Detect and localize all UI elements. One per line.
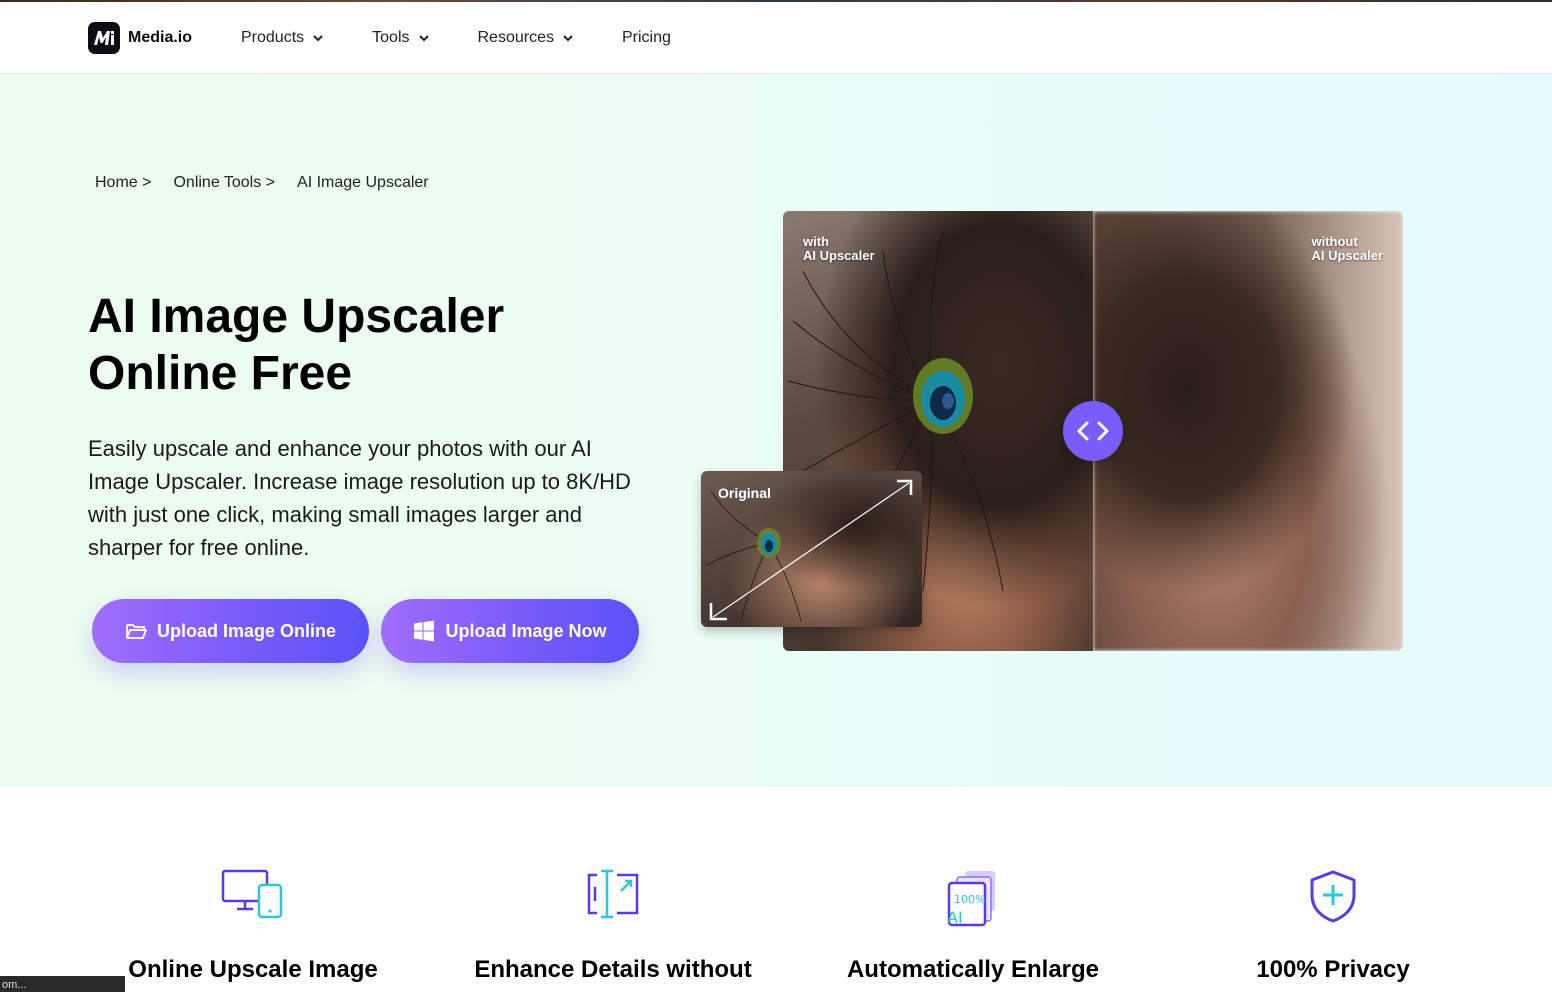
svg-text:100%: 100% xyxy=(954,893,985,906)
menu-item-tools[interactable]: Tools xyxy=(372,29,429,47)
breadcrumb-online-tools[interactable]: Online Tools > xyxy=(173,174,275,191)
menu-item-label: Resources xyxy=(477,29,554,46)
chevron-down-icon xyxy=(563,35,573,42)
hero-description: Easily upscale and enhance your photos w… xyxy=(88,436,631,560)
enhance-icon xyxy=(587,869,639,919)
status-bar: om... xyxy=(0,976,125,992)
menu-item-label: Pricing xyxy=(621,29,671,46)
menu-item-pricing[interactable]: Pricing xyxy=(622,29,671,47)
original-blurry-image xyxy=(1093,211,1403,651)
windows-icon xyxy=(414,620,435,642)
upload-image-now-button[interactable]: Upload Image Now xyxy=(381,599,639,663)
original-thumbnail: Original xyxy=(701,471,922,627)
logo-icon xyxy=(88,22,120,54)
menu-item-resources[interactable]: Resources xyxy=(478,29,574,47)
upload-now-label: Upload Image Now xyxy=(445,620,607,641)
arrows-left-right-icon xyxy=(1077,421,1109,441)
feature-title: Online Upscale Image xyxy=(128,956,378,983)
brand-logo[interactable]: Media.io xyxy=(88,22,192,54)
devices-icon xyxy=(221,869,283,919)
top-navigation: Media.io Products Tools Resources Pricin… xyxy=(0,2,1552,74)
feature-title: Automatically Enlarge xyxy=(846,956,1100,983)
menu-item-label: Tools xyxy=(372,29,410,46)
title-line-1: AI Image Upscaler xyxy=(88,290,505,343)
menu-item-label: Products xyxy=(241,29,305,46)
original-label: Original xyxy=(718,485,771,501)
breadcrumb-home[interactable]: Home > xyxy=(95,174,151,191)
shield-icon xyxy=(1310,870,1356,923)
feature-title: Enhance Details without xyxy=(474,956,752,983)
ai-enlarge-icon: 100% AI xyxy=(947,871,995,927)
chevron-down-icon xyxy=(313,35,323,42)
page-title: AI Image Upscaler Online Free xyxy=(88,288,648,402)
title-line-2: Online Free xyxy=(88,347,353,400)
with-ai-upscaler-label: with AI Upscaler xyxy=(803,234,875,263)
compare-slider-handle[interactable] xyxy=(1063,401,1123,461)
breadcrumb-current: AI Image Upscaler xyxy=(297,174,429,191)
feature-title: 100% Privacy xyxy=(1256,956,1410,983)
menu-item-products[interactable]: Products xyxy=(241,29,324,47)
upload-online-label: Upload Image Online xyxy=(156,620,337,641)
chevron-down-icon xyxy=(418,35,429,42)
upload-image-online-button[interactable]: Upload Image Online xyxy=(92,599,369,663)
without-ai-upscaler-label: without AI Upscaler xyxy=(1311,234,1383,263)
brand-name: Media.io xyxy=(128,29,193,46)
breadcrumb: Home > Online Tools > AI Image Upscaler xyxy=(95,174,451,192)
main-menu: Products Tools Resources Pricing xyxy=(241,2,719,74)
svg-text:AI: AI xyxy=(947,908,963,927)
features-section: Online Upscale Image Enhance Details wit… xyxy=(0,787,1552,992)
folder-icon xyxy=(126,624,147,639)
